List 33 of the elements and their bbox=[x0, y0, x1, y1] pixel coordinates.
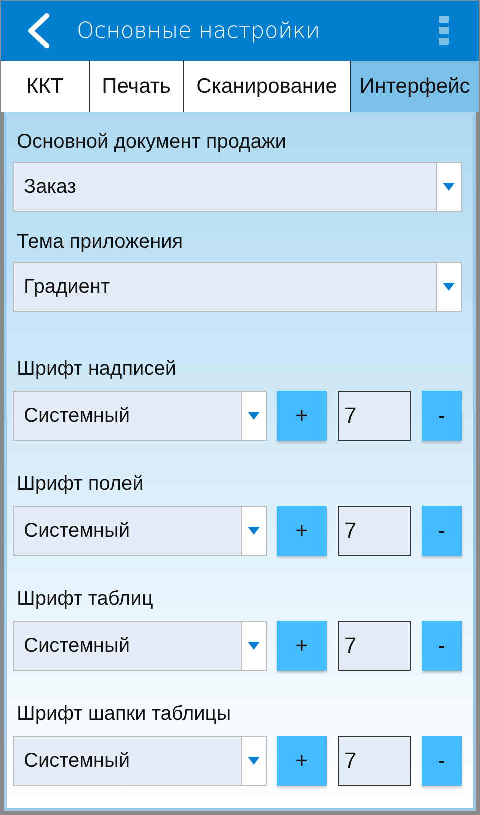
decrease-button[interactable]: - bbox=[422, 506, 462, 556]
decrease-button[interactable]: - bbox=[422, 621, 462, 671]
field-label: Основной документ продажи bbox=[16, 130, 288, 155]
size-field[interactable]: 7 bbox=[338, 736, 411, 786]
dropdown[interactable]: Системный bbox=[13, 506, 268, 556]
field-label: Шрифт надписей bbox=[16, 357, 178, 382]
field-label: Шрифт шапки таблицы bbox=[16, 702, 232, 727]
size-field[interactable]: 7 bbox=[338, 621, 411, 671]
dropdown[interactable]: Системный bbox=[13, 621, 268, 671]
more-icon[interactable] bbox=[439, 16, 449, 46]
increase-button[interactable]: + bbox=[277, 736, 327, 786]
dropdown[interactable]: Градиент bbox=[13, 262, 462, 312]
dropdown[interactable]: Системный bbox=[13, 391, 268, 441]
dropdown-arrow-icon bbox=[248, 412, 260, 420]
dropdown[interactable]: Системный bbox=[13, 736, 268, 786]
dropdown-arrow-icon bbox=[443, 283, 455, 291]
size-field[interactable]: 7 bbox=[338, 391, 411, 441]
dropdown[interactable]: Заказ bbox=[13, 162, 462, 212]
decrease-button[interactable]: - bbox=[422, 736, 462, 786]
decrease-button[interactable]: - bbox=[422, 391, 462, 441]
size-field[interactable]: 7 bbox=[338, 506, 411, 556]
field-label: Шрифт таблиц bbox=[16, 587, 154, 612]
field-label: Шрифт полей bbox=[16, 472, 145, 497]
dropdown-arrow-icon bbox=[248, 527, 260, 535]
dropdown-arrow-icon bbox=[248, 757, 260, 765]
dropdown-arrow-icon bbox=[443, 183, 455, 191]
screen-title: Основные настройки bbox=[77, 18, 322, 44]
dropdown-arrow-icon bbox=[248, 642, 260, 650]
field-label: Тема приложения bbox=[16, 230, 184, 255]
increase-button[interactable]: + bbox=[277, 621, 327, 671]
tab[interactable]: Интерфейс bbox=[351, 61, 479, 112]
increase-button[interactable]: + bbox=[277, 506, 327, 556]
increase-button[interactable]: + bbox=[277, 391, 327, 441]
